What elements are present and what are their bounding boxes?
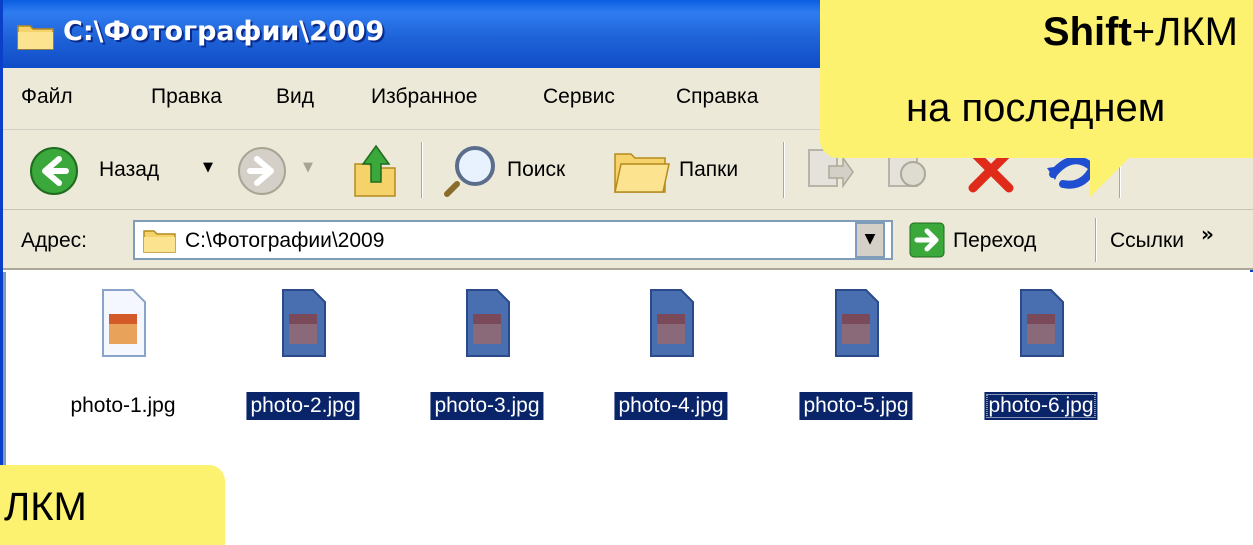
callout-line-2: на последнем [906,86,1166,130]
callout-action: +ЛКМ [1131,10,1238,54]
toolbar-separator [783,142,785,198]
go-button-label[interactable]: Переход [953,229,1036,253]
image-file-icon [835,289,879,357]
callout-pointer [1090,157,1130,197]
chevron-right-icon[interactable]: » [1201,222,1214,246]
callout-shift-click: Shift+ЛКМ на последнем [820,0,1253,158]
address-label: Адрес: [21,229,87,252]
menu-view[interactable]: Вид [276,85,314,109]
image-file-icon [1020,289,1064,357]
folder-icon [143,230,176,253]
folders-icon[interactable] [613,144,671,196]
forward-dropdown-icon[interactable]: ▼ [303,160,313,175]
file-item[interactable]: photo-2.jpg [218,282,388,432]
image-file-icon [282,289,326,357]
menu-tools[interactable]: Сервис [543,85,615,109]
menu-help[interactable]: Справка [676,85,758,109]
callout-click: ЛКМ [0,465,225,545]
window-title: C:\Фотографии\2009 [63,16,385,47]
file-item[interactable]: photo-6.jpg [956,282,1126,432]
up-folder-icon[interactable] [353,142,399,198]
file-item[interactable]: photo-4.jpg [586,282,756,432]
folders-button-label[interactable]: Папки [679,158,738,182]
file-name: photo-2.jpg [246,392,360,420]
search-icon[interactable] [443,142,499,198]
address-separator [1095,218,1097,262]
file-name: photo-3.jpg [430,392,544,420]
callout-key: Shift [1042,10,1132,54]
file-item[interactable]: photo-3.jpg [402,282,572,432]
callout-line-1: Shift+ЛКМ [1043,10,1238,55]
address-path: C:\Фотографии\2009 [185,229,385,252]
search-button-label[interactable]: Поиск [507,158,565,182]
file-name: photo-5.jpg [799,392,913,420]
toolbar-separator [421,142,423,198]
back-button-label[interactable]: Назад [99,158,159,182]
image-file-icon [650,289,694,357]
menu-edit[interactable]: Правка [151,85,222,109]
go-arrow-icon[interactable] [909,222,945,258]
folder-icon [17,25,54,50]
menu-file[interactable]: Файл [21,85,73,109]
file-name: photo-6.jpg [984,392,1098,420]
image-file-icon [102,289,146,357]
file-name: photo-1.jpg [70,394,176,417]
callout-text: ЛКМ [4,485,87,529]
file-item[interactable]: photo-5.jpg [771,282,941,432]
address-bar: Адрес: C:\Фотографии\2009 ▼ Переход Ссыл… [3,210,1253,270]
file-item[interactable]: photo-1.jpg [38,282,208,432]
file-name: photo-4.jpg [614,392,728,420]
links-label[interactable]: Ссылки [1110,229,1184,253]
address-dropdown-icon[interactable]: ▼ [855,222,885,258]
forward-arrow-icon[interactable] [237,146,287,196]
menu-favorites[interactable]: Избранное [371,85,477,109]
image-file-icon [466,289,510,357]
address-field[interactable]: C:\Фотографии\2009 ▼ [133,220,893,260]
back-dropdown-icon[interactable]: ▼ [203,160,213,175]
back-arrow-icon[interactable] [29,146,79,196]
